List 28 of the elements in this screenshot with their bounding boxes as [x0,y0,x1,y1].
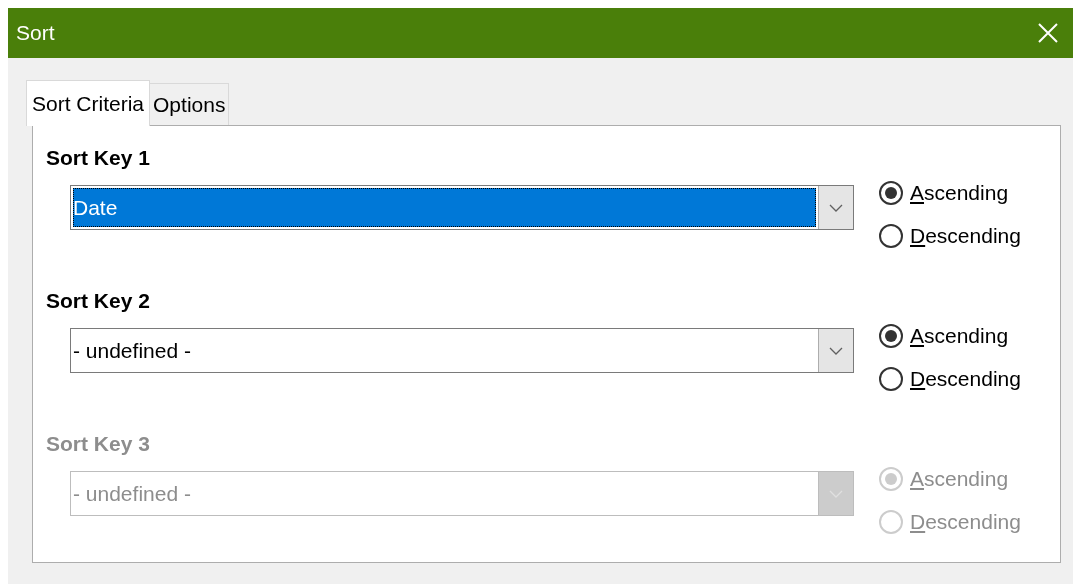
section-heading: Sort Key 3 [46,431,151,457]
dropdown[interactable]: Date [70,185,854,230]
tab[interactable]: Options [150,83,230,125]
radio-label: Ascending [910,322,1009,349]
tab[interactable]: Sort Criteria [26,80,151,126]
radio-option[interactable]: Ascending [879,178,1021,207]
radio-label: Descending [910,222,1021,249]
radio-label: Ascending [910,179,1009,206]
radio-button[interactable] [879,180,903,205]
radio-option[interactable]: Descending [879,221,1021,250]
selected-value: Date [73,188,816,227]
chevron-down-icon [829,346,843,355]
selected-value: - undefined - [73,337,192,364]
radio-button[interactable] [879,323,903,348]
close-icon [1037,22,1059,44]
radio-label: Descending [910,365,1021,392]
section-heading: Sort Key 1 [46,145,151,171]
chevron-down-icon [829,203,843,212]
radio-label: Ascending [910,465,1009,492]
selected-value: - undefined - [73,480,192,507]
window-title: Sort [16,20,55,47]
radio-option[interactable]: Ascending [879,321,1021,350]
radio-label: Descending [910,508,1021,535]
section-heading: Sort Key 2 [46,288,151,314]
radio-option[interactable]: Descending [879,364,1021,393]
radio-button[interactable] [879,223,903,248]
radio-button[interactable] [879,366,903,391]
dropdown[interactable]: - undefined - [70,328,854,373]
